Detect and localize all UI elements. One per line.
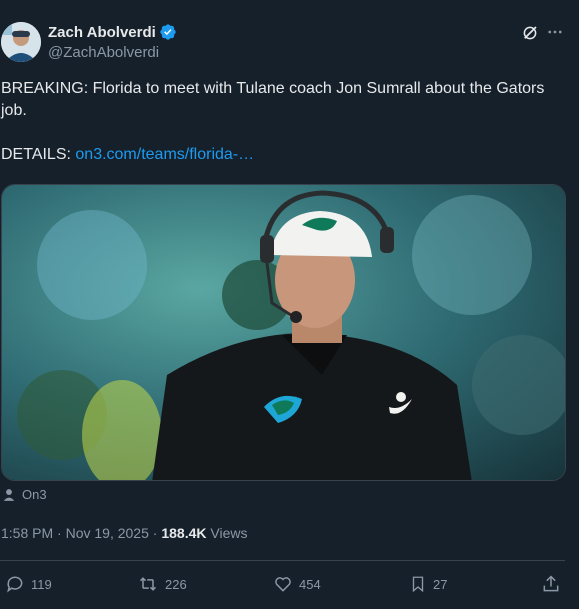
author-block[interactable]: Zach Abolverdi @ZachAbolverdi xyxy=(48,23,177,61)
reply-button[interactable]: 119 xyxy=(5,574,52,594)
post-text: BREAKING: Florida to meet with Tulane co… xyxy=(1,78,571,166)
author-name[interactable]: Zach Abolverdi xyxy=(48,24,156,41)
post-time[interactable]: 1:58 PM xyxy=(1,525,53,541)
media-source: On3 xyxy=(2,487,47,502)
author-handle[interactable]: @ZachAbolverdi xyxy=(48,44,177,61)
repost-button[interactable]: 226 xyxy=(137,574,187,594)
divider xyxy=(0,560,565,561)
grok-icon[interactable] xyxy=(521,24,539,42)
like-button[interactable]: 454 xyxy=(273,574,321,594)
media-source-label: On3 xyxy=(22,487,47,502)
post-details-line: DETAILS: on3.com/teams/florida-… xyxy=(1,144,571,166)
share-button[interactable] xyxy=(541,574,567,594)
action-bar: 119 226 454 27 xyxy=(0,574,579,596)
post-image[interactable] xyxy=(1,184,566,481)
post-meta: 1:58 PM · Nov 19, 2025 · 188.4K Views xyxy=(1,525,247,541)
repost-icon xyxy=(139,577,157,591)
bookmark-button[interactable]: 27 xyxy=(409,574,447,594)
meta-separator: · xyxy=(53,525,66,541)
views-count: 188.4K xyxy=(161,525,207,541)
repost-count: 226 xyxy=(165,576,187,592)
details-link[interactable]: on3.com/teams/florida-… xyxy=(75,146,254,163)
post-headline: BREAKING: Florida to meet with Tulane co… xyxy=(1,80,545,119)
bookmark-icon xyxy=(412,576,424,593)
reply-icon xyxy=(7,576,23,593)
bookmark-count: 27 xyxy=(433,576,448,592)
reply-count: 119 xyxy=(31,576,52,592)
person-icon xyxy=(3,488,15,501)
more-icon[interactable] xyxy=(546,23,564,41)
verified-icon xyxy=(160,24,176,40)
share-icon xyxy=(543,575,559,592)
details-label: DETAILS: xyxy=(1,146,76,163)
avatar[interactable] xyxy=(1,22,41,62)
post-date[interactable]: Nov 19, 2025 xyxy=(66,525,149,541)
like-count: 454 xyxy=(299,576,321,592)
views-label: Views xyxy=(206,525,248,541)
meta-separator: · xyxy=(148,525,162,541)
like-icon xyxy=(275,577,291,592)
post-header: Zach Abolverdi @ZachAbolverdi xyxy=(0,22,579,66)
